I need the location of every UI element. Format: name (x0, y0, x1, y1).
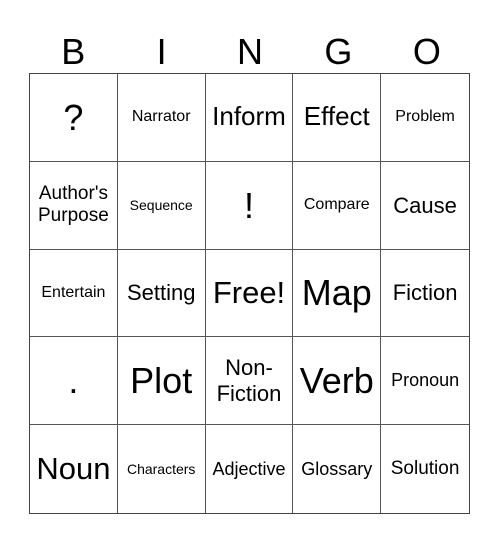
bingo-cell[interactable]: Inform (205, 74, 294, 162)
bingo-cell[interactable]: Non-Fiction (205, 337, 294, 426)
bingo-cell[interactable]: Effect (293, 74, 382, 162)
bingo-cell[interactable]: Glossary (293, 425, 382, 513)
bingo-cell[interactable]: Sequence (117, 161, 206, 250)
bingo-grid: ? Narrator Inform Effect Problem Author'… (29, 73, 470, 514)
bingo-cell[interactable]: Verb (293, 337, 382, 426)
free-space-cell[interactable]: Free! (205, 249, 294, 338)
bingo-cell[interactable]: Map (293, 249, 382, 338)
header-letter-b: B (61, 31, 86, 72)
bingo-cell[interactable]: Noun (30, 425, 118, 513)
bingo-header: B I N G O (29, 30, 471, 74)
bingo-cell[interactable]: Pronoun (381, 337, 469, 426)
bingo-cell[interactable]: Entertain (30, 249, 118, 338)
bingo-cell[interactable]: Narrator (117, 74, 206, 162)
bingo-cell[interactable]: Fiction (381, 250, 469, 338)
header-letter-g: G (324, 31, 353, 72)
bingo-cell[interactable]: Author's Purpose (30, 161, 118, 250)
bingo-cell[interactable]: Cause (381, 162, 469, 250)
bingo-cell[interactable]: Compare (293, 161, 382, 250)
header-letter-o: O (412, 31, 441, 72)
bingo-cell[interactable]: ? (30, 74, 118, 162)
bingo-cell[interactable]: Problem (381, 74, 469, 162)
bingo-cell[interactable]: Plot (117, 337, 206, 426)
bingo-cell[interactable]: ! (205, 161, 294, 250)
bingo-cell[interactable]: Adjective (206, 425, 294, 513)
bingo-cell[interactable]: . (30, 337, 118, 426)
bingo-cell[interactable]: Solution (381, 425, 469, 513)
header-letter-n: N (237, 31, 264, 72)
bingo-cell[interactable]: Characters (118, 425, 206, 513)
header-letter-i: I (156, 31, 167, 72)
bingo-cell[interactable]: Setting (117, 249, 206, 338)
